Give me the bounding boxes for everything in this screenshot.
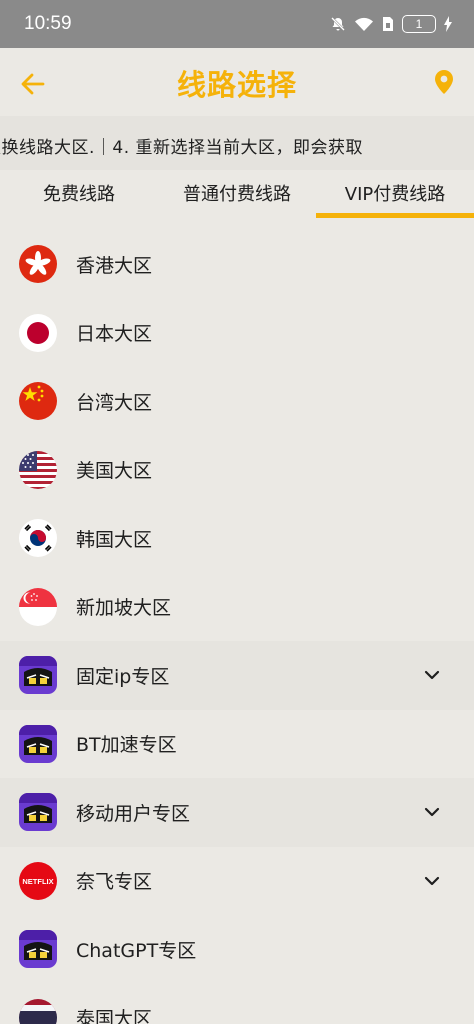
region-item-fixed-ip[interactable]: 固定ip专区 [0,641,474,710]
app-logo-icon [19,793,57,832]
usa-flag-icon [19,450,57,489]
region-label: 新加坡大区 [76,597,172,620]
region-item-chatgpt[interactable]: ChatGPT专区 [0,915,474,984]
region-label: 美国大区 [76,460,153,483]
page-title: 线路选择 [176,68,297,102]
status-time: 10:59 [24,13,72,34]
region-label: 香港大区 [76,254,153,277]
chevron-down-icon[interactable] [424,805,440,819]
region-label: ChatGPT专区 [76,939,197,962]
china-flag-icon [19,382,57,421]
chevron-down-icon[interactable] [424,874,440,888]
region-item-mobile-users[interactable]: 移动用户专区 [0,778,474,847]
region-label: 移动用户专区 [76,802,191,825]
region-item-singapore[interactable]: 新加坡大区 [0,573,474,642]
region-item-usa[interactable]: 美国大区 [0,436,474,505]
region-item-taiwan[interactable]: 台湾大区 [0,367,474,436]
notice-marquee: 更换线路大区.｜4. 重新选择当前大区，即会获取 [0,116,474,170]
tab-standard-paid-lines[interactable]: 普通付费线路 [158,170,316,220]
region-item-japan[interactable]: 日本大区 [0,299,474,368]
app-logo-icon [19,930,57,969]
japan-flag-icon [19,313,57,352]
region-label: BT加速专区 [76,734,177,757]
tab-vip-paid-lines[interactable]: VIP付费线路 [316,170,474,220]
singapore-flag-icon [19,587,57,626]
app-logo-icon [19,656,57,695]
netflix-icon: NETFLIX [19,861,57,900]
netflix-logo-text: NETFLIX [22,877,53,886]
wifi-icon [355,17,373,31]
region-list: 香港大区 日本大区 台湾大区 美国大区 韩国大区 新加坡大区 固定ip专区 BT… [0,230,474,1024]
location-pin-icon [435,70,453,94]
status-icons: 1 [330,15,452,33]
region-item-korea[interactable]: 韩国大区 [0,504,474,573]
sim-icon [383,17,393,31]
line-type-tabs: 免费线路 普通付费线路 VIP付费线路 [0,170,474,220]
region-label: 固定ip专区 [76,665,170,688]
app-logo-icon [19,724,57,763]
region-label: 泰国大区 [76,1008,153,1024]
location-button[interactable] [433,68,455,96]
region-item-bt-acceleration[interactable]: BT加速专区 [0,710,474,779]
thailand-flag-icon [19,998,57,1024]
region-item-netflix[interactable]: NETFLIX 奈飞专区 [0,847,474,916]
charging-icon [444,16,452,32]
notice-text: 更换线路大区.｜4. 重新选择当前大区，即会获取 [0,138,364,158]
status-bar: 10:59 1 [0,0,474,48]
region-item-thailand[interactable]: 泰国大区 [0,984,474,1024]
mute-icon [331,17,345,31]
battery-icon: 1 [402,15,436,33]
battery-level: 1 [415,17,423,31]
korea-flag-icon [19,519,57,558]
region-label: 韩国大区 [76,528,153,551]
chevron-down-icon[interactable] [424,668,440,682]
app-header: 线路选择 [0,48,474,116]
region-item-hong-kong[interactable]: 香港大区 [0,230,474,299]
region-label: 奈飞专区 [76,871,153,894]
tab-free-lines[interactable]: 免费线路 [0,170,158,220]
region-label: 日本大区 [76,323,153,346]
region-label: 台湾大区 [76,391,153,414]
hong-kong-flag-icon [19,245,57,284]
